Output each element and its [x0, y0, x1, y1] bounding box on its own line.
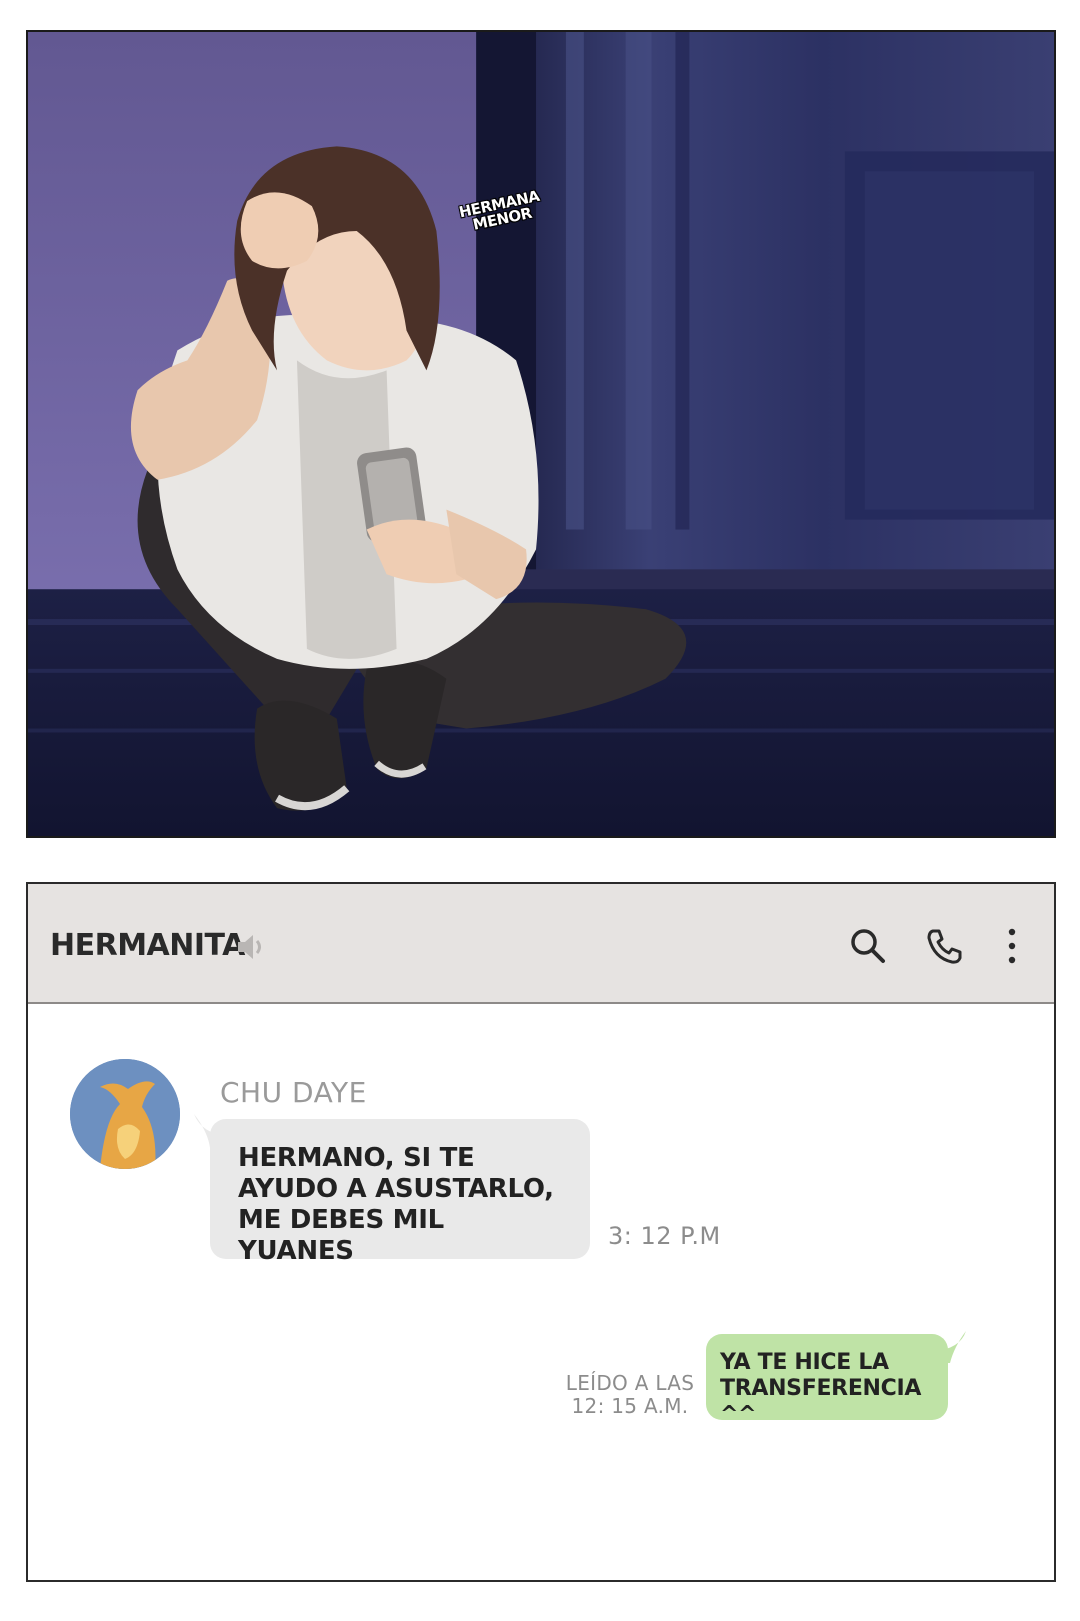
illustration-panel: HERMANA MENOR	[26, 30, 1056, 838]
phone-icon[interactable]	[924, 926, 964, 966]
avatar[interactable]	[70, 1059, 180, 1169]
illustration-scene	[28, 32, 1054, 836]
sender-name: CHU DAYE	[220, 1076, 367, 1109]
avatar-image	[70, 1059, 180, 1169]
chat-header: HERMANITA	[28, 884, 1054, 1004]
more-icon[interactable]	[1002, 926, 1022, 966]
message-timestamp: 3: 12 P.M	[608, 1222, 721, 1250]
chat-screen: HERMANITA CHU DAYE HERMANO, SI TE AYUDO …	[26, 882, 1056, 1582]
incoming-message-bubble[interactable]: HERMANO, SI TE AYUDO A ASUSTARLO, ME DEB…	[210, 1119, 590, 1266]
read-receipt: LEÍDO A LAS 12: 15 A.M.	[565, 1371, 695, 1418]
search-icon[interactable]	[848, 926, 888, 966]
speaker-icon	[238, 935, 261, 959]
outgoing-message-bubble[interactable]: YA TE HICE LA TRANSFERENCIA ^^	[706, 1334, 948, 1427]
chat-title: HERMANITA	[50, 928, 245, 963]
